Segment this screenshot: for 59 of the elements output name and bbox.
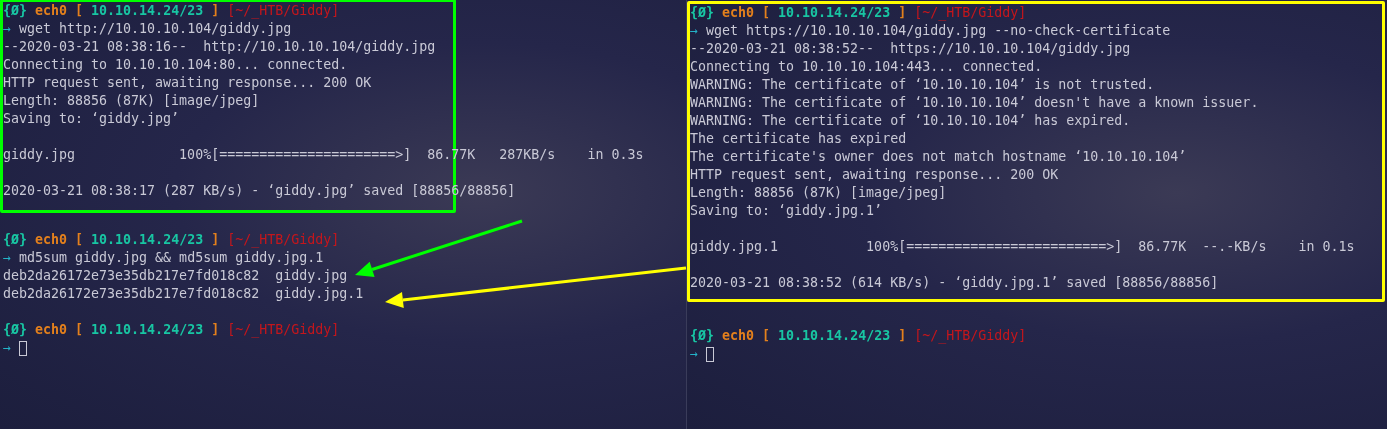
prompt-bracket: [ — [75, 2, 84, 20]
output-line: --2020-03-21 08:38:52-- https://10.10.10.104/giddy.jpg — [690, 40, 1131, 58]
output-line: WARNING: The certificate of ‘10.10.10.104’ has expired. — [690, 112, 1131, 130]
prompt-ip: 10.10.14.24/23 — [778, 4, 891, 22]
prompt-bracket: [ — [75, 231, 84, 249]
prompt-bracket: ] — [898, 327, 907, 345]
prompt-user: ech0 — [722, 327, 755, 345]
prompt-path: [~/_HTB/Giddy] — [227, 2, 340, 20]
prompt-user: ech0 — [35, 231, 68, 249]
prompt-path: [~/_HTB/Giddy] — [914, 4, 1027, 22]
prompt-symbol: {Ø} — [3, 231, 28, 249]
prompt-bracket: ] — [211, 231, 220, 249]
prompt-bracket: ] — [898, 4, 907, 22]
output-line: WARNING: The certificate of ‘10.10.10.104’ doesn't have a known issuer. — [690, 94, 1259, 112]
prompt-path: [~/_HTB/Giddy] — [914, 327, 1027, 345]
prompt-ip: 10.10.14.24/23 — [91, 2, 204, 20]
output-line: HTTP request sent, awaiting response... 200 OK — [3, 74, 372, 92]
output-line: deb2da26172e73e35db217e7fd018c82 giddy.jpg — [3, 267, 348, 285]
command-text: md5sum giddy.jpg && md5sum giddy.jpg.1 — [19, 249, 324, 267]
output-line: Length: 88856 (87K) [image/jpeg] — [690, 184, 947, 202]
prompt-bracket: [ — [762, 4, 771, 22]
output-line: --2020-03-21 08:38:16-- http://10.10.10.104/giddy.jpg — [3, 38, 436, 56]
prompt-arrow: → — [690, 345, 698, 363]
prompt-arrow: → — [3, 20, 11, 38]
prompt-bracket: ] — [211, 321, 220, 339]
output-line: The certificate's owner does not match hostname ‘10.10.10.104’ — [690, 148, 1187, 166]
cursor-block — [19, 340, 27, 356]
cursor-block — [706, 346, 714, 362]
output-line: Connecting to 10.10.10.104:80... connected. — [3, 56, 348, 74]
output-line: Saving to: ‘giddy.jpg.1’ — [690, 202, 883, 220]
prompt-symbol: {Ø} — [690, 4, 715, 22]
prompt-arrow: → — [690, 22, 698, 40]
output-line: 2020-03-21 08:38:52 (614 KB/s) - ‘giddy.jpg.1’ saved [88856/88856] — [690, 274, 1219, 292]
prompt-user: ech0 — [35, 321, 68, 339]
prompt-arrow: → — [3, 339, 11, 357]
prompt-ip: 10.10.14.24/23 — [91, 321, 204, 339]
output-line: Length: 88856 (87K) [image/jpeg] — [3, 92, 260, 110]
output-line: Connecting to 10.10.10.104:443... connected. — [690, 58, 1043, 76]
prompt-bracket: ] — [211, 2, 220, 20]
prompt-symbol: {Ø} — [690, 327, 715, 345]
prompt-arrow: → — [3, 249, 11, 267]
prompt-symbol: {Ø} — [3, 2, 28, 20]
prompt-path: [~/_HTB/Giddy] — [227, 321, 340, 339]
prompt-path: [~/_HTB/Giddy] — [227, 231, 340, 249]
prompt-ip: 10.10.14.24/23 — [778, 327, 891, 345]
command-text: wget https://10.10.10.104/giddy.jpg --no-check-certificate — [706, 22, 1171, 40]
command-text: wget http://10.10.10.104/giddy.jpg — [19, 20, 292, 38]
prompt-bracket: [ — [75, 321, 84, 339]
output-line: deb2da26172e73e35db217e7fd018c82 giddy.jpg.1 — [3, 285, 364, 303]
output-line: HTTP request sent, awaiting response... 200 OK — [690, 166, 1059, 184]
prompt-symbol: {Ø} — [3, 321, 28, 339]
prompt-user: ech0 — [35, 2, 68, 20]
output-line: The certificate has expired — [690, 130, 907, 148]
output-line: Saving to: ‘giddy.jpg’ — [3, 110, 180, 128]
output-line: WARNING: The certificate of ‘10.10.10.104’ is not trusted. — [690, 76, 1155, 94]
prompt-bracket: [ — [762, 327, 771, 345]
prompt-ip: 10.10.14.24/23 — [91, 231, 204, 249]
prompt-user: ech0 — [722, 4, 755, 22]
output-line: giddy.jpg.1 100%[=========================>] 86.77K --.-KB/s in 0.1s — [690, 238, 1355, 256]
